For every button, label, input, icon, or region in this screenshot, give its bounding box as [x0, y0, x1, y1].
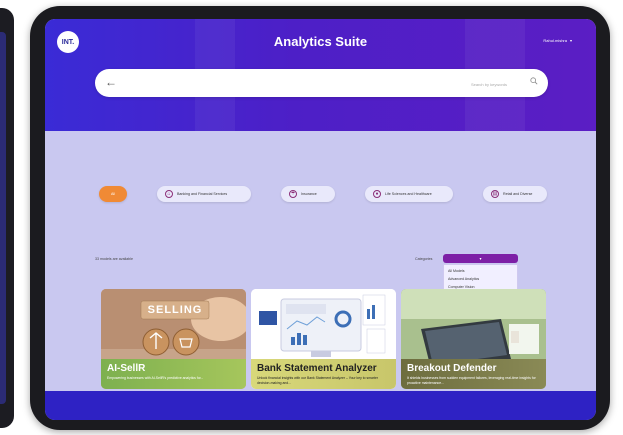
category-option-advanced-analytics[interactable]: Advanced Analytics: [444, 275, 517, 283]
card-title: AI-SellR: [107, 363, 146, 374]
card-caption: AI-SellR Empowering businesses with AI-S…: [101, 359, 246, 389]
card-description: It shields businesses from sudden equipm…: [407, 376, 536, 385]
bottom-bar: [45, 391, 596, 420]
card-image-text: SELLING: [147, 304, 203, 316]
card-caption: Bank Statement Analyzer Unlock financial…: [251, 359, 396, 389]
chevron-down-icon: ▾: [569, 38, 572, 43]
adjacent-device-screen: [0, 32, 6, 404]
umbrella-icon: ☂: [289, 190, 297, 198]
bank-icon: ⌂: [165, 190, 173, 198]
card-caption: Breakout Defender It shields businesses …: [401, 359, 546, 389]
back-arrow-icon[interactable]: ←: [105, 75, 117, 89]
models-count: 33 models are available: [95, 257, 133, 261]
filter-pill-insurance[interactable]: ☂ Insurance: [281, 186, 335, 202]
filter-pill-banking[interactable]: ⌂ Banking and Financial Services: [157, 186, 251, 202]
category-filter-bar: All ⌂ Banking and Financial Services ☂ I…: [45, 186, 596, 206]
card-title: Bank Statement Analyzer: [257, 363, 377, 374]
model-card-ai-sellr[interactable]: SELLING AI-SellR Empowering businesses w…: [101, 289, 246, 389]
card-title: Breakout Defender: [407, 363, 497, 374]
filter-pill-label: Retail and Diverse: [503, 192, 533, 196]
app-screen: INT. Analytics Suite Rahul.mishra ▾ ← Al…: [45, 19, 596, 420]
user-menu[interactable]: Rahul.mishra ▾: [543, 38, 572, 43]
model-card-bank-statement-analyzer[interactable]: Bank Statement Analyzer Unlock financial…: [251, 289, 396, 389]
page-title: Analytics Suite: [273, 34, 368, 49]
categories-label: Categories: [415, 257, 433, 261]
hero-header: INT. Analytics Suite Rahul.mishra ▾ ←: [45, 19, 596, 131]
cart-icon: ▤: [491, 190, 499, 198]
category-option-all-models[interactable]: All Models: [444, 267, 517, 275]
adjacent-device-edge: [0, 8, 14, 428]
filter-pill-life-sciences[interactable]: ● Life Sciences and Healthcare: [365, 186, 453, 202]
categories-select[interactable]: ▾: [443, 254, 518, 263]
search-icon[interactable]: [530, 77, 538, 85]
filter-pill-retail[interactable]: ▤ Retail and Diverse: [483, 186, 547, 202]
user-name: Rahul.mishra: [543, 38, 567, 43]
search-bar: ←: [95, 69, 548, 97]
filter-pill-label: Life Sciences and Healthcare: [385, 192, 432, 196]
filter-pill-label: All: [111, 192, 115, 196]
location-icon: ●: [373, 190, 381, 198]
model-card-breakout-defender[interactable]: Breakout Defender It shields businesses …: [401, 289, 546, 389]
card-description: Unlock financial insights with our Bank …: [257, 376, 378, 385]
filter-pill-label: Banking and Financial Services: [177, 192, 228, 196]
filter-pill-label: Insurance: [301, 192, 317, 196]
card-description: Empowering businesses with AI-SellR's pr…: [107, 376, 204, 380]
search-input[interactable]: [205, 77, 509, 91]
filter-pill-all[interactable]: All: [99, 186, 127, 202]
